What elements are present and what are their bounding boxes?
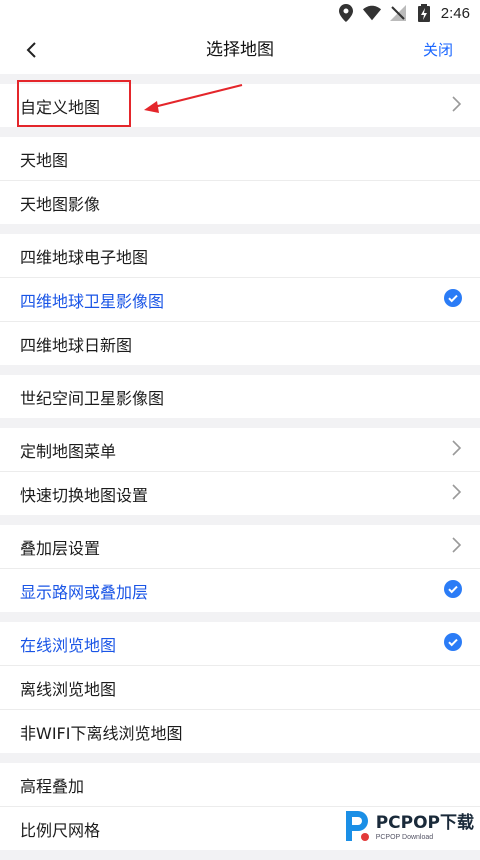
list-item[interactable]: 叠加层设置 <box>0 525 480 568</box>
app-header: 选择地图 关闭 <box>0 26 480 74</box>
battery-charging-icon <box>415 4 433 22</box>
list-group: 在线浏览地图 离线浏览地图非WIFI下离线浏览地图 <box>0 622 480 753</box>
list-group: 世纪空间卫星影像图 <box>0 375 480 418</box>
list-item[interactable]: 非WIFI下离线浏览地图 <box>0 709 480 753</box>
list-item[interactable]: 四维地球电子地图 <box>0 234 480 277</box>
map-option-list: 自定义地图天地图天地图影像四维地球电子地图 四维地球卫星影像图 四维地球日新图世纪空… <box>0 84 480 860</box>
list-item-label: 高程叠加 <box>20 776 85 796</box>
list-item[interactable]: 显示路网或叠加层 <box>0 568 480 612</box>
list-group: 自定义地图 <box>0 84 480 127</box>
page-title: 选择地图 <box>206 40 274 60</box>
list-item[interactable]: 天地图影像 <box>0 180 480 224</box>
list-item-label: 四维地球电子地图 <box>20 247 149 267</box>
list-item[interactable]: 离线浏览地图 <box>0 665 480 709</box>
list-group: 四维地球电子地图 四维地球卫星影像图 四维地球日新图 <box>0 234 480 365</box>
list-item-label: 四维地球卫星影像图 <box>20 291 165 311</box>
check-circle-icon <box>444 288 462 311</box>
list-group: 叠加层设置显示路网或叠加层 <box>0 525 480 612</box>
list-item-label: 离线浏览地图 <box>20 679 117 699</box>
list-item[interactable]: 四维地球日新图 <box>0 321 480 365</box>
watermark: PCPOP下载 PCPOP Download <box>340 807 474 849</box>
chevron-right-icon <box>450 536 462 557</box>
list-item-label: 非WIFI下离线浏览地图 <box>20 723 183 743</box>
chevron-right-icon <box>450 95 462 116</box>
list-item-label: 世纪空间卫星影像图 <box>20 388 165 408</box>
list-group: 天地图 天地图影像 <box>0 137 480 224</box>
list-item[interactable]: 在线浏览地图 <box>0 622 480 665</box>
list-item-label: 自定义地图 <box>20 97 101 117</box>
list-item-label: 在线浏览地图 <box>20 635 117 655</box>
list-item-label: 天地图 <box>20 150 69 170</box>
list-item[interactable]: 高程叠加 <box>0 763 480 806</box>
list-item-label: 叠加层设置 <box>20 538 101 558</box>
list-item[interactable]: 世纪空间卫星影像图 <box>0 375 480 418</box>
status-time: 2:46 <box>440 4 470 22</box>
watermark-subtext: PCPOP Download <box>375 834 434 841</box>
list-item[interactable]: 快速切换地图设置 <box>0 471 480 515</box>
list-group: 定制地图菜单快速切换地图设置 <box>0 428 480 515</box>
list-item-label: 显示路网或叠加层 <box>20 582 149 602</box>
list-item-label: 定制地图菜单 <box>20 441 117 461</box>
list-item-label: 快速切换地图设置 <box>20 485 149 505</box>
list-item-label: 天地图影像 <box>20 194 101 214</box>
list-item[interactable]: 自定义地图 <box>0 84 480 127</box>
list-item-label: 四维地球日新图 <box>20 335 133 355</box>
location-icon <box>337 4 355 22</box>
list-item[interactable]: 天地图 <box>0 137 480 180</box>
close-button[interactable]: 关闭 <box>423 26 453 74</box>
wifi-icon <box>362 4 381 22</box>
list-item[interactable]: 四维地球卫星影像图 <box>0 277 480 321</box>
status-bar: 2:46 <box>0 0 480 26</box>
chevron-right-icon <box>450 483 462 504</box>
list-item[interactable]: 定制地图菜单 <box>0 428 480 471</box>
pcpop-logo-icon <box>340 807 372 849</box>
watermark-text: PCPOP下载 <box>375 813 474 833</box>
no-signal-icon <box>389 4 407 22</box>
check-circle-icon <box>444 632 462 655</box>
check-circle-icon <box>444 579 462 602</box>
chevron-right-icon <box>450 439 462 460</box>
